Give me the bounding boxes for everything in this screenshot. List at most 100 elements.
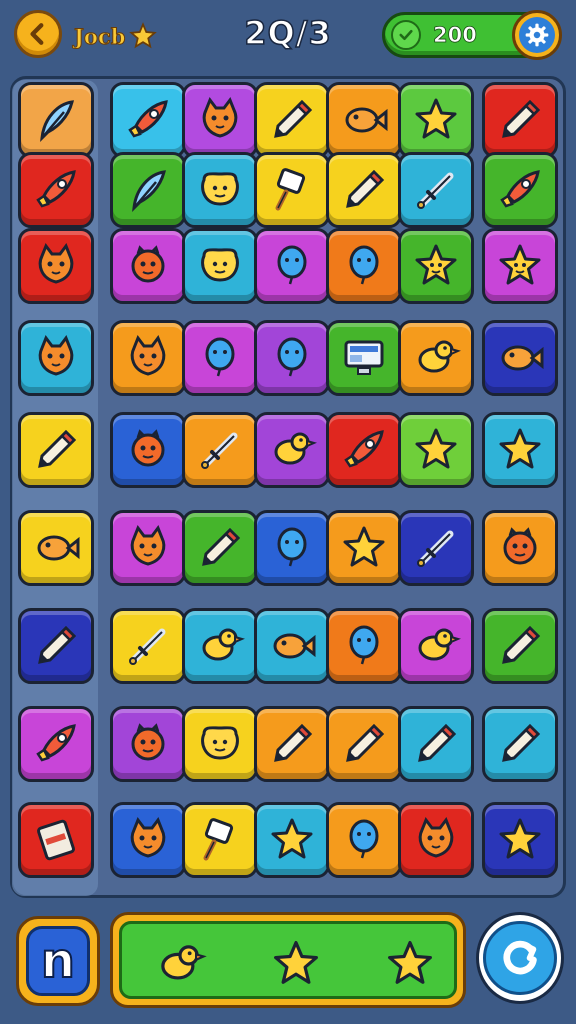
game-tile[interactable]: [110, 320, 186, 396]
booster-item[interactable]: [266, 934, 326, 994]
game-tile[interactable]: [254, 802, 330, 878]
game-tile[interactable]: [254, 706, 330, 782]
balloon-icon: [349, 625, 379, 665]
game-tile[interactable]: [326, 152, 402, 228]
game-tile[interactable]: [254, 152, 330, 228]
rocket-icon: [36, 170, 76, 208]
booster-item[interactable]: [380, 934, 440, 994]
game-tile[interactable]: [326, 510, 402, 586]
game-tile[interactable]: [398, 82, 474, 158]
game-tile[interactable]: [18, 320, 94, 396]
game-tile[interactable]: [326, 228, 402, 304]
balloon-icon: [277, 337, 307, 377]
shuffle-button[interactable]: [476, 912, 564, 1004]
game-tile[interactable]: [398, 802, 474, 878]
game-tile[interactable]: [182, 510, 258, 586]
game-tile[interactable]: [398, 510, 474, 586]
bird-icon: [274, 432, 317, 465]
game-tile[interactable]: [18, 82, 94, 158]
monster-icon: [131, 245, 165, 283]
game-tile[interactable]: [254, 412, 330, 488]
game-tile[interactable]: [18, 510, 94, 586]
star-icon: [415, 428, 457, 469]
game-tile[interactable]: [182, 608, 258, 684]
settings-button[interactable]: [512, 10, 562, 60]
game-tile[interactable]: [254, 82, 330, 158]
monster-icon: [503, 527, 537, 565]
top-bar: Jocb 2Q/3 200: [0, 0, 576, 78]
game-tile[interactable]: [110, 152, 186, 228]
sword-icon: [129, 628, 166, 665]
game-tile[interactable]: [326, 412, 402, 488]
star-face-icon: [499, 244, 541, 285]
game-tile[interactable]: [110, 706, 186, 782]
game-tile[interactable]: [182, 82, 258, 158]
blob-icon: [201, 248, 239, 282]
game-tile[interactable]: [182, 320, 258, 396]
game-tile[interactable]: [482, 608, 558, 684]
game-tile[interactable]: [254, 608, 330, 684]
game-tile[interactable]: [18, 152, 94, 228]
rocket-icon: [500, 170, 540, 208]
game-tile[interactable]: [110, 802, 186, 878]
game-tile[interactable]: [182, 412, 258, 488]
game-tile[interactable]: [110, 82, 186, 158]
game-tile[interactable]: [398, 152, 474, 228]
game-tile[interactable]: [482, 228, 558, 304]
fish-icon: [345, 107, 388, 133]
game-tile[interactable]: [482, 82, 558, 158]
star-icon: [343, 526, 385, 567]
pencil-icon: [274, 99, 313, 138]
sword-icon: [201, 432, 238, 469]
game-tile[interactable]: [254, 510, 330, 586]
game-tile[interactable]: [110, 412, 186, 488]
game-tile[interactable]: [326, 320, 402, 396]
game-tile[interactable]: [18, 228, 94, 304]
bird-icon: [202, 628, 245, 661]
booster-item[interactable]: [150, 934, 210, 994]
pencil-icon: [502, 723, 541, 762]
pencil-icon: [502, 99, 541, 138]
game-tile[interactable]: [182, 802, 258, 878]
game-tile[interactable]: [398, 320, 474, 396]
game-tile[interactable]: [482, 152, 558, 228]
game-tile[interactable]: [326, 706, 402, 782]
game-tile[interactable]: [326, 802, 402, 878]
monitor-icon: [344, 340, 384, 375]
refresh-icon: [483, 921, 557, 995]
game-tile[interactable]: [110, 228, 186, 304]
feather-icon: [132, 170, 166, 213]
game-tile[interactable]: [398, 706, 474, 782]
cat-face-icon: [130, 334, 166, 376]
game-tile[interactable]: [254, 320, 330, 396]
game-tile[interactable]: [482, 412, 558, 488]
game-tile[interactable]: [482, 510, 558, 586]
game-tile[interactable]: [18, 802, 94, 878]
game-tile[interactable]: [182, 706, 258, 782]
game-tile[interactable]: [398, 608, 474, 684]
game-tile[interactable]: [482, 320, 558, 396]
game-tile[interactable]: [182, 228, 258, 304]
game-tile[interactable]: [110, 608, 186, 684]
game-tile[interactable]: [18, 608, 94, 684]
game-tile[interactable]: [398, 412, 474, 488]
game-tile[interactable]: [398, 228, 474, 304]
game-tile[interactable]: [482, 802, 558, 878]
pencil-icon: [502, 625, 541, 664]
game-tile[interactable]: [326, 82, 402, 158]
menu-button[interactable]: n: [16, 916, 100, 1006]
game-tile[interactable]: [482, 706, 558, 782]
star-icon: [274, 940, 318, 984]
card-icon: [37, 819, 75, 861]
game-tile[interactable]: [18, 412, 94, 488]
fish-icon: [501, 345, 544, 371]
game-tile[interactable]: [110, 510, 186, 586]
game-tile[interactable]: [254, 228, 330, 304]
game-tile[interactable]: [182, 152, 258, 228]
sword-icon: [417, 172, 454, 209]
game-tile[interactable]: [326, 608, 402, 684]
pencil-icon: [346, 169, 385, 208]
cat-face-icon: [38, 334, 74, 376]
game-tile[interactable]: [18, 706, 94, 782]
n-letter-icon: n: [26, 926, 90, 996]
